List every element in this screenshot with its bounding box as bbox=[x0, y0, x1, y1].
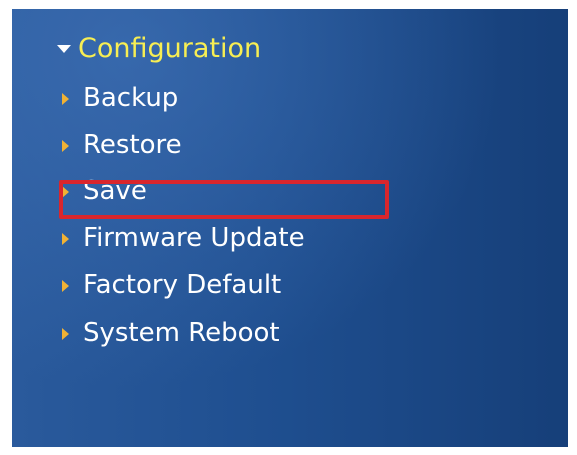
menu-item-label: Factory Default bbox=[83, 270, 282, 300]
menu-item-label: System Reboot bbox=[83, 318, 280, 348]
menu-item-label: Save bbox=[83, 176, 147, 206]
chevron-down-icon bbox=[57, 45, 71, 53]
menu-item-factory-default[interactable]: Factory Default bbox=[62, 266, 281, 304]
chevron-right-icon bbox=[62, 93, 69, 105]
menu-item-label: Backup bbox=[83, 83, 179, 113]
menu-item-label: Restore bbox=[83, 130, 182, 160]
menu-item-label: Firmware Update bbox=[83, 223, 305, 253]
menu-item-firmware-update[interactable]: Firmware Update bbox=[62, 219, 305, 257]
screenshot-canvas: Configuration Backup Restore Save Firmwa… bbox=[0, 0, 577, 455]
menu-item-system-reboot[interactable]: System Reboot bbox=[62, 314, 280, 352]
chevron-right-icon bbox=[62, 280, 69, 292]
chevron-right-icon bbox=[62, 186, 69, 198]
menu-item-restore[interactable]: Restore bbox=[62, 126, 182, 164]
chevron-right-icon bbox=[62, 328, 69, 340]
chevron-right-icon bbox=[62, 140, 69, 152]
configuration-menu-header[interactable]: Configuration bbox=[57, 29, 261, 67]
configuration-menu-panel: Configuration Backup Restore Save Firmwa… bbox=[12, 9, 568, 447]
menu-item-save[interactable]: Save bbox=[62, 172, 147, 210]
menu-item-backup[interactable]: Backup bbox=[62, 79, 178, 117]
menu-header-label: Configuration bbox=[78, 32, 262, 64]
chevron-right-icon bbox=[62, 233, 69, 245]
